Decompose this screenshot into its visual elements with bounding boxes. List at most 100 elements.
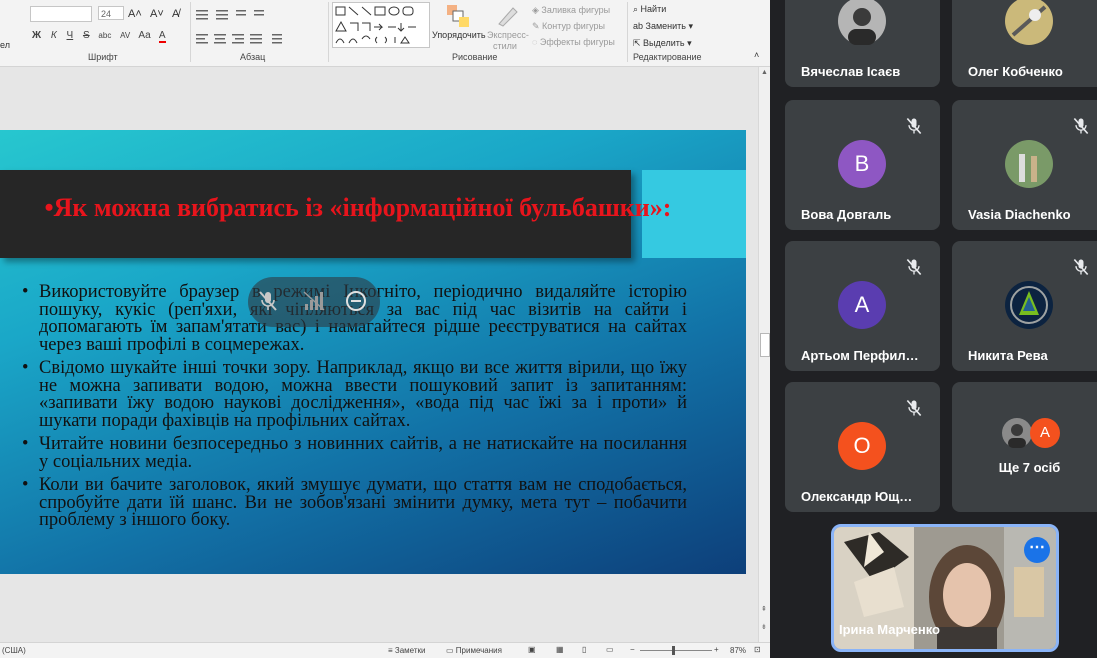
- participant-tile[interactable]: Олег Кобченко: [952, 0, 1097, 87]
- zoom-slider-thumb[interactable]: [672, 646, 675, 655]
- font-shrink-button[interactable]: A˅: [150, 8, 164, 20]
- replace-label: Заменить: [645, 21, 686, 31]
- normal-view-icon[interactable]: ▣: [528, 645, 536, 654]
- next-slide-icon[interactable]: ⇟: [761, 623, 767, 631]
- underline-button[interactable]: Ч: [67, 30, 74, 41]
- case-button[interactable]: Aa: [138, 30, 150, 41]
- zoom-slider[interactable]: [640, 646, 712, 655]
- participant-photo: [1005, 0, 1053, 45]
- font-family-input[interactable]: [30, 6, 92, 22]
- notes-label: Заметки: [394, 646, 426, 655]
- shape-outline-button[interactable]: ✎ Контур фигуры: [532, 21, 605, 32]
- clear-format-icon[interactable]: A̸: [172, 8, 179, 20]
- effects-icon: ◌: [532, 37, 540, 47]
- participant-name: Vasia Diachenko: [968, 207, 1071, 222]
- replace-icon: ab: [633, 21, 646, 31]
- shape-effects-button[interactable]: ◌ Эффекты фигуры: [532, 37, 615, 47]
- comments-label: Примечания: [455, 646, 502, 655]
- font-format-buttons: Ж К Ч S abc AV Aa A: [32, 30, 166, 43]
- pencil-icon: ✎: [532, 21, 543, 31]
- strike-button[interactable]: S: [83, 30, 90, 41]
- zoom-level[interactable]: 87%: [730, 646, 746, 655]
- more-options-icon: ⋯: [1029, 539, 1045, 556]
- more-participants-tile[interactable]: А Ще 7 осіб: [952, 382, 1097, 512]
- cursor-icon: ⇱: [633, 38, 644, 48]
- shadow-button[interactable]: abc: [98, 31, 111, 40]
- font-color-button[interactable]: A: [158, 30, 166, 43]
- separator: [328, 2, 329, 62]
- mic-off-icon[interactable]: [256, 289, 280, 313]
- signal-icon[interactable]: [302, 289, 326, 313]
- participant-tile[interactable]: А Артьом Перфил…: [785, 241, 940, 371]
- italic-button[interactable]: К: [51, 30, 57, 41]
- more-options-button[interactable]: ⋯: [1024, 537, 1050, 563]
- prev-slide-icon[interactable]: ⇞: [761, 605, 767, 613]
- editing-group-label: Редактирование: [633, 52, 702, 62]
- scrollbar-thumb[interactable]: [760, 333, 770, 357]
- slide-sorter-icon[interactable]: ▦: [556, 645, 564, 654]
- select-button[interactable]: ⇱ Выделить ▾: [633, 38, 692, 49]
- ribbon: ел 24 A˄ A˅ A̸ Ж К Ч S abc AV Aa A Шрифт: [0, 0, 770, 67]
- arrange-button[interactable]: Упорядочить: [432, 30, 486, 40]
- shapes-gallery[interactable]: [332, 2, 430, 48]
- vertical-scrollbar[interactable]: ▲ ⇞ ⇟: [758, 67, 770, 642]
- paragraph-list-icons[interactable]: [196, 6, 326, 46]
- self-view-tile[interactable]: ⋯ Ірина Марченко: [831, 524, 1059, 652]
- zoom-in-icon[interactable]: +: [714, 645, 719, 654]
- shapes-icons: [335, 6, 416, 44]
- slideshow-icon[interactable]: ▭: [606, 645, 614, 654]
- bullet-item: Коли ви бачите заголовок, який змушує ду…: [22, 476, 687, 530]
- mic-off-icon: [1073, 117, 1089, 135]
- participant-tile[interactable]: О Олександр Ющ…: [785, 382, 940, 512]
- minus-circle-icon[interactable]: [344, 289, 368, 313]
- self-name: Ірина Марченко: [839, 622, 940, 637]
- more-participants-label: Ще 7 осіб: [998, 460, 1061, 475]
- participant-tile[interactable]: Вячеслав Ісаєв: [785, 0, 940, 87]
- status-bar: (США) ≡ Заметки ▭ Примечания ▣ ▦ ▯ ▭ − +…: [0, 642, 770, 658]
- replace-button[interactable]: ab Заменить ▾: [633, 21, 693, 32]
- slide: •Як можна вибратись із «інформаційної бу…: [0, 130, 746, 574]
- participant-photo: [838, 0, 886, 45]
- participant-photo: [1002, 418, 1032, 448]
- find-label: Найти: [640, 4, 667, 14]
- collapse-ribbon-icon[interactable]: ˄: [754, 50, 759, 60]
- quick-styles-label-1[interactable]: Экспресс-: [487, 30, 529, 40]
- avatar: А: [1030, 418, 1060, 448]
- font-group-label: Шрифт: [88, 52, 118, 62]
- language-label[interactable]: (США): [2, 646, 26, 655]
- bullet-item: Свідомо шукайте інші точки зору. Наприкл…: [22, 359, 687, 430]
- ribbon-left-edge-label: ел: [0, 40, 10, 50]
- spacing-button[interactable]: AV: [120, 31, 130, 40]
- notes-icon: ≡: [388, 646, 395, 655]
- notes-button[interactable]: ≡ Заметки: [388, 646, 426, 655]
- participant-photo: [1005, 140, 1053, 188]
- participant-tile[interactable]: Никита Рева: [952, 241, 1097, 371]
- shape-fill-button[interactable]: ◈ Заливка фигуры: [532, 5, 610, 16]
- scroll-up-icon[interactable]: ▲: [761, 69, 768, 76]
- bullet-item: Читайте новини безпосередньо з новинних …: [22, 435, 687, 471]
- quick-styles-label-2[interactable]: стили: [493, 41, 517, 51]
- select-label: Выделить: [643, 38, 685, 48]
- paint-bucket-icon: ◈: [532, 5, 542, 15]
- participant-tile[interactable]: Vasia Diachenko: [952, 100, 1097, 230]
- participant-name: Олег Кобченко: [968, 64, 1063, 79]
- shape-outline-label: Контур фигуры: [542, 21, 605, 31]
- bold-button[interactable]: Ж: [32, 30, 41, 41]
- find-button[interactable]: ⌕ Найти: [633, 4, 666, 15]
- search-icon: ⌕: [633, 4, 641, 14]
- comments-button[interactable]: ▭ Примечания: [446, 646, 502, 655]
- paragraph-group-label: Абзац: [240, 52, 266, 62]
- reading-view-icon[interactable]: ▯: [582, 645, 586, 654]
- mic-off-icon: [906, 258, 922, 276]
- mic-off-icon: [906, 117, 922, 135]
- avatar: А: [838, 281, 886, 329]
- arrange-icon[interactable]: [446, 4, 470, 28]
- quick-styles-icon[interactable]: [496, 4, 520, 28]
- fit-slide-icon[interactable]: ⊡: [754, 645, 761, 654]
- participant-tile[interactable]: В Вова Довгаль: [785, 100, 940, 230]
- font-size-input[interactable]: 24: [98, 6, 124, 20]
- mic-off-icon: [906, 399, 922, 417]
- zoom-out-icon[interactable]: −: [630, 645, 635, 654]
- font-grow-button[interactable]: A˄: [128, 8, 142, 20]
- slide-title[interactable]: •Як можна вибратись із «інформаційної бу…: [8, 194, 708, 221]
